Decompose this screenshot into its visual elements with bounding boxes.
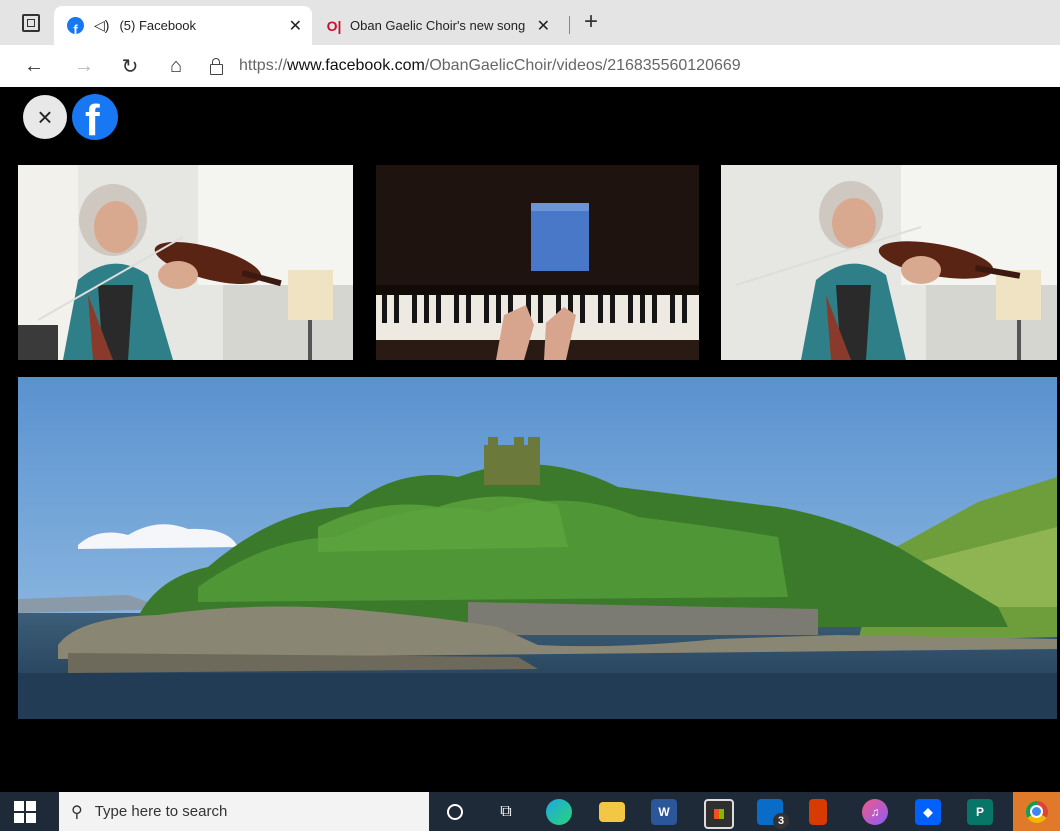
forward-button[interactable]: →	[70, 52, 98, 80]
tab-oban-choir[interactable]: O| Oban Gaelic Choir's new song hi ✕	[316, 6, 576, 45]
address-bar-row: ← → ↻ ⌂ https://www.facebook.com/ObanGae…	[0, 45, 1060, 88]
browser-tab-strip: f ◁) (5) Facebook ✕ O| Oban Gaelic Choir…	[0, 0, 1060, 45]
url-field[interactable]: https://www.facebook.com/ObanGaelicChoir…	[210, 53, 1050, 79]
cortana-icon[interactable]	[442, 799, 468, 825]
tab-actions-icon[interactable]	[22, 14, 40, 32]
tab-oban-choir-title: Oban Gaelic Choir's new song hi	[350, 18, 525, 33]
facebook-logo-icon[interactable]: f	[72, 94, 118, 140]
task-view-icon[interactable]: ⧉	[493, 799, 519, 825]
url-prefix: https://	[239, 57, 288, 74]
store-icon[interactable]	[704, 799, 734, 829]
home-button[interactable]: ⌂	[162, 52, 190, 80]
video-panel-violin-left	[18, 165, 353, 360]
url-host: www.facebook.com	[287, 57, 425, 74]
taskbar-search-placeholder: Type here to search	[94, 803, 228, 820]
mail-icon[interactable]: 3	[757, 799, 789, 829]
chrome-icon[interactable]	[1013, 792, 1060, 831]
facebook-favicon-icon: f	[67, 17, 84, 34]
tab-close-icon[interactable]: ✕	[289, 16, 302, 36]
office-icon[interactable]	[809, 799, 827, 825]
word-icon[interactable]: W	[651, 799, 677, 825]
video-panel-piano	[376, 165, 699, 360]
speaker-icon[interactable]: ◁)	[94, 17, 109, 34]
file-explorer-icon[interactable]	[599, 802, 625, 822]
windows-start-icon[interactable]	[14, 801, 36, 823]
new-tab-button[interactable]: +	[584, 10, 598, 34]
tab-close-icon[interactable]: ✕	[537, 16, 550, 36]
publisher-icon[interactable]: P	[967, 799, 993, 825]
url-path: /ObanGaelicChoir/videos/216835560120669	[424, 57, 741, 74]
edge-browser-icon[interactable]	[546, 799, 572, 825]
close-icon: ×	[37, 101, 53, 132]
lock-icon[interactable]	[210, 57, 223, 75]
word-icon-label: W	[658, 805, 670, 819]
itunes-icon[interactable]: ♫	[862, 799, 888, 825]
opera-favicon-icon: O|	[326, 17, 342, 34]
refresh-button[interactable]: ↻	[116, 52, 144, 80]
video-panel-castle-landscape	[18, 377, 1057, 719]
taskbar-search-box[interactable]: ⚲ Type here to search	[59, 792, 429, 831]
dropbox-icon[interactable]: ◆	[915, 799, 941, 825]
search-icon: ⚲	[71, 803, 83, 821]
publisher-icon-label: P	[975, 805, 984, 819]
tab-divider	[569, 16, 570, 34]
tab-facebook-title: (5) Facebook	[119, 18, 197, 33]
video-viewer: × f	[0, 87, 1060, 792]
close-viewer-button[interactable]: ×	[23, 95, 67, 139]
tab-facebook[interactable]: f ◁) (5) Facebook ✕	[54, 6, 312, 45]
facebook-logo-letter: f	[85, 96, 100, 141]
mail-badge: 3	[773, 813, 789, 829]
windows-taskbar: ⚲ Type here to search ⧉ W 3 ♫ ◆ P	[0, 792, 1060, 831]
back-button[interactable]: ←	[20, 52, 48, 80]
video-panel-violin-right	[721, 165, 1057, 360]
